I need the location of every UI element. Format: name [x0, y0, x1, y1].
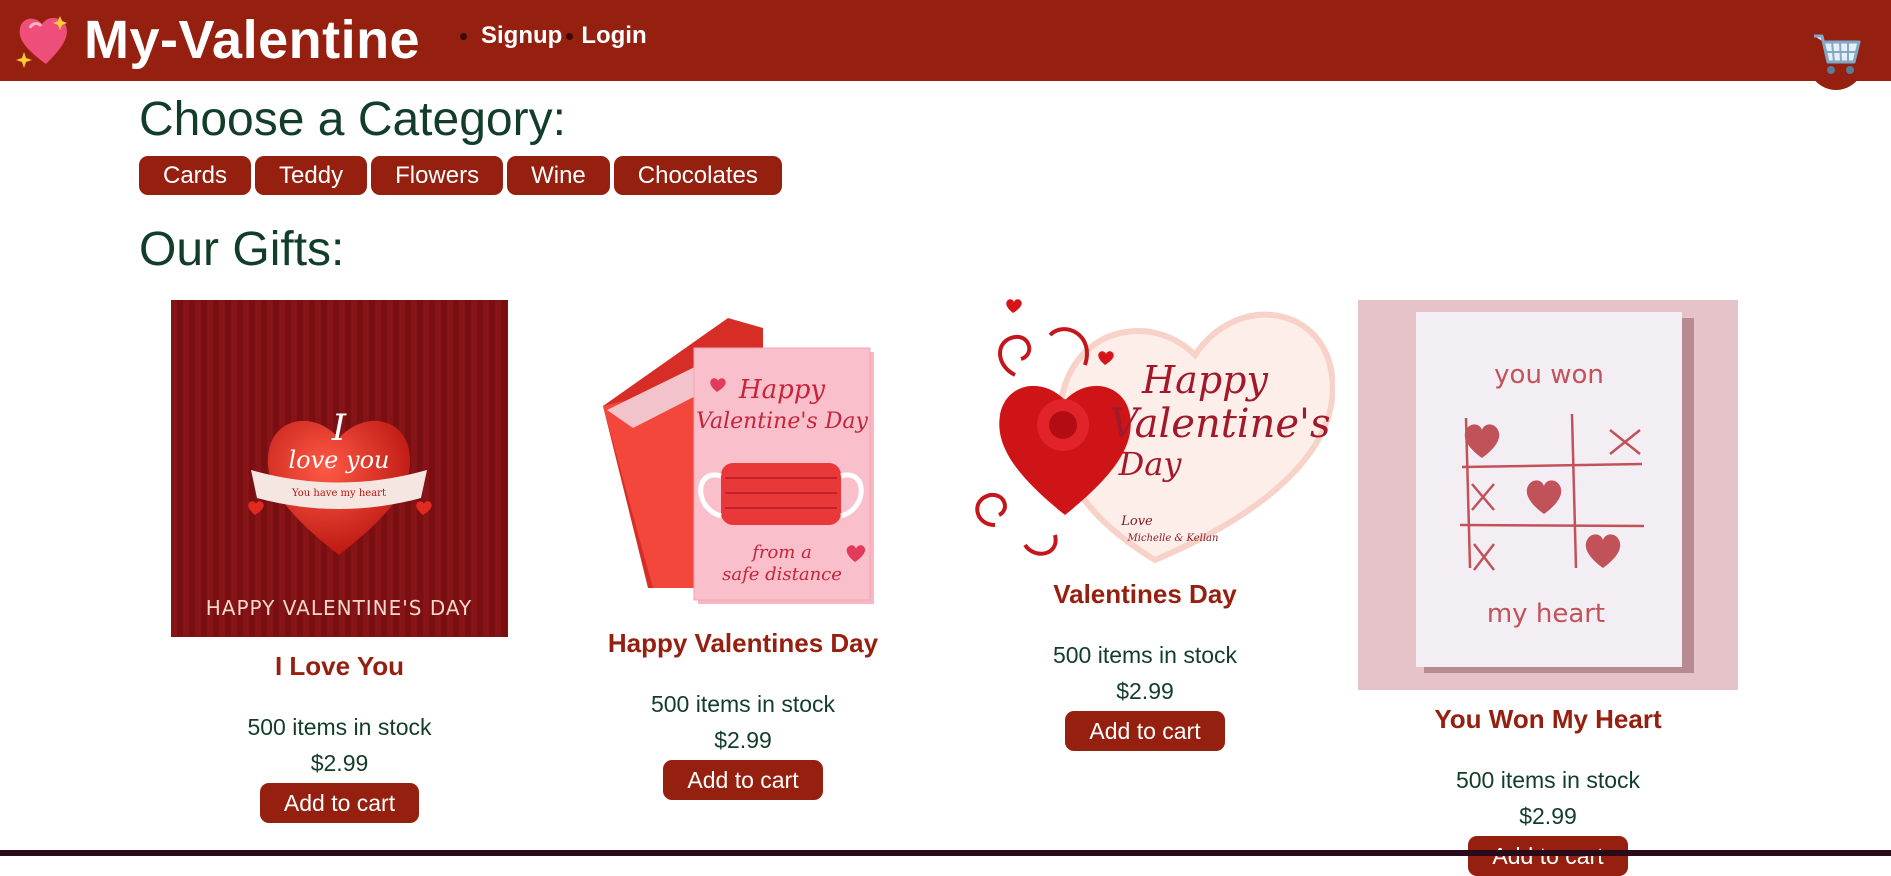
- product-stock: 500 items in stock: [247, 714, 432, 740]
- product-stock: 500 items in stock: [1455, 767, 1641, 793]
- category-heading: Choose a Category:: [139, 93, 566, 146]
- image-text: You have my heart: [291, 488, 386, 499]
- top-navbar: My-Valentine Signup Login: [0, 0, 1891, 90]
- image-text: from a: [750, 542, 812, 563]
- site-title: My-Valentine: [84, 10, 421, 70]
- image-text: Michelle & Kellan: [1127, 533, 1219, 544]
- add-to-cart-button[interactable]: Add to cart: [1468, 836, 1628, 876]
- product-card-happy-valentines-day: Happy Valentine's Day from a safe distan…: [593, 318, 893, 800]
- product-price: $2.99: [1519, 803, 1577, 829]
- category-cards-button[interactable]: Cards: [139, 156, 252, 195]
- page-bottom-edge: [0, 850, 1891, 856]
- product-image-happy-valentines-day[interactable]: Happy Valentine's Day from a safe distan…: [593, 318, 893, 614]
- category-chocolates-button[interactable]: Chocolates: [613, 156, 782, 195]
- product-stock: 500 items in stock: [650, 691, 836, 717]
- gifts-heading: Our Gifts:: [139, 223, 345, 276]
- image-text: Love: [1120, 514, 1153, 529]
- product-title[interactable]: Valentines Day: [955, 579, 1335, 610]
- product-price: $2.99: [714, 727, 772, 753]
- product-image-i-love-you[interactable]: I love you You have my heart HAPPY VALEN…: [171, 300, 508, 637]
- image-text: Valentine's Day: [696, 409, 868, 434]
- product-title[interactable]: Happy Valentines Day: [593, 628, 893, 659]
- image-text: you won: [1494, 360, 1604, 390]
- image-text: Day: [1118, 445, 1183, 483]
- product-title[interactable]: I Love You: [171, 651, 508, 682]
- product-card-valentines-day: Happy Valentine's Day Love Michelle & Ke…: [955, 295, 1335, 751]
- product-image-you-won-my-heart[interactable]: you won my heart: [1358, 300, 1738, 690]
- image-text: Happy: [1141, 358, 1268, 402]
- product-card-i-love-you: I love you You have my heart HAPPY VALEN…: [171, 300, 508, 823]
- image-text: Valentine's: [1109, 401, 1330, 447]
- signup-link[interactable]: Signup: [481, 22, 562, 50]
- nav-bullet: [566, 32, 574, 40]
- category-teddy-button[interactable]: Teddy: [255, 156, 368, 195]
- brand[interactable]: My-Valentine: [16, 10, 420, 70]
- product-price: $2.99: [310, 750, 369, 776]
- sparkling-heart-icon: [16, 16, 67, 68]
- category-buttons: Cards Teddy Flowers Wine Chocolates: [139, 156, 786, 195]
- image-text: Happy: [738, 375, 825, 405]
- product-title[interactable]: You Won My Heart: [1358, 704, 1738, 735]
- main-nav: Signup Login: [460, 22, 659, 50]
- product-stock: 500 items in stock: [1052, 642, 1238, 668]
- category-wine-button[interactable]: Wine: [507, 156, 610, 195]
- add-to-cart-button[interactable]: Add to cart: [259, 783, 420, 823]
- product-card-you-won-my-heart: you won my heart You Won My Heart 500 it…: [1358, 300, 1738, 876]
- category-flowers-button[interactable]: Flowers: [371, 156, 504, 195]
- add-to-cart-button[interactable]: Add to cart: [1065, 711, 1225, 751]
- image-text: HAPPY VALENTINE'S DAY: [206, 596, 472, 620]
- product-image-valentines-day[interactable]: Happy Valentine's Day Love Michelle & Ke…: [955, 295, 1335, 565]
- image-text: love you: [289, 446, 390, 474]
- product-price: $2.99: [1116, 678, 1174, 704]
- image-text: safe distance: [722, 564, 842, 585]
- add-to-cart-button[interactable]: Add to cart: [663, 760, 823, 800]
- image-text: I: [331, 408, 347, 449]
- image-text: my heart: [1487, 599, 1605, 629]
- shopping-cart-icon: [1814, 34, 1861, 74]
- login-link[interactable]: Login: [581, 22, 646, 50]
- cart-button[interactable]: [1808, 28, 1864, 90]
- nav-bullet: [460, 32, 467, 40]
